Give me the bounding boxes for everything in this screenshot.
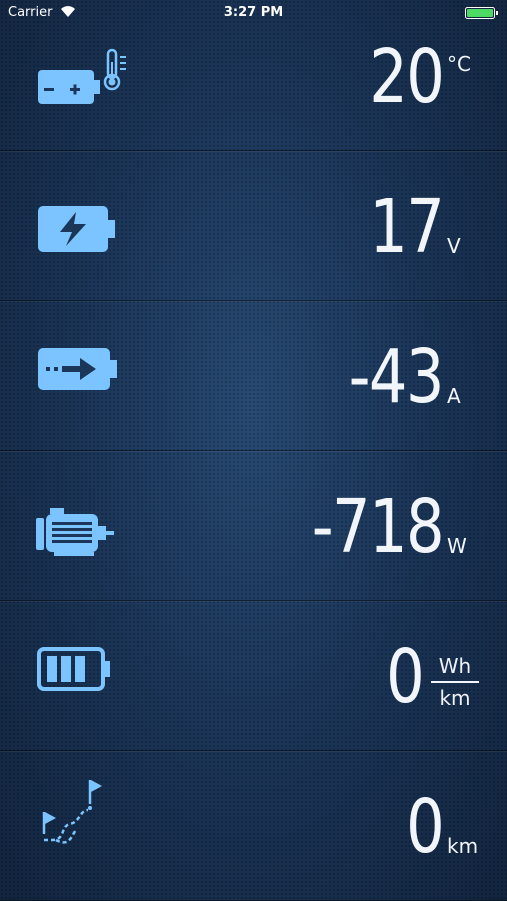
reading-row-power: -718 W: [0, 450, 507, 601]
power-reading: -718 W: [283, 490, 481, 564]
current-value: -43: [348, 334, 445, 420]
reading-row-temperature: 20 °C: [0, 0, 507, 151]
distance-unit: km: [447, 834, 479, 858]
consumption-unit-top: Wh: [438, 654, 472, 678]
consumption-unit-bottom: km: [439, 686, 471, 710]
current-reading: -43 A: [328, 340, 481, 414]
current-unit: A: [447, 384, 461, 408]
unit-fraction-bar: [431, 681, 479, 683]
voltage-reading: 17 V: [353, 190, 481, 264]
voltage-unit: V: [447, 234, 461, 258]
battery-charge-icon: [38, 206, 115, 252]
battery-level-icon: [37, 647, 110, 691]
distance-value: 0: [406, 784, 445, 870]
reading-row-consumption: 0 Wh km: [0, 600, 507, 751]
power-unit: W: [447, 534, 467, 558]
consumption-reading: 0 Wh km: [378, 640, 481, 714]
consumption-value: 0: [386, 634, 425, 720]
battery-temperature-icon: [38, 48, 126, 104]
reading-row-voltage: 17 V: [0, 150, 507, 301]
consumption-unit: Wh km: [429, 654, 481, 710]
temperature-value: 20: [369, 34, 445, 120]
battery-current-icon: [38, 348, 117, 390]
voltage-value: 17: [369, 184, 445, 270]
motor-icon: [36, 508, 114, 556]
reading-row-current: -43 A: [0, 300, 507, 451]
temperature-reading: 20 °C: [353, 40, 481, 114]
power-value: -718: [311, 484, 445, 570]
route-icon: [42, 780, 102, 844]
distance-reading: 0 km: [398, 790, 481, 864]
temperature-unit: °C: [447, 52, 471, 76]
reading-row-distance: 0 km: [0, 750, 507, 901]
